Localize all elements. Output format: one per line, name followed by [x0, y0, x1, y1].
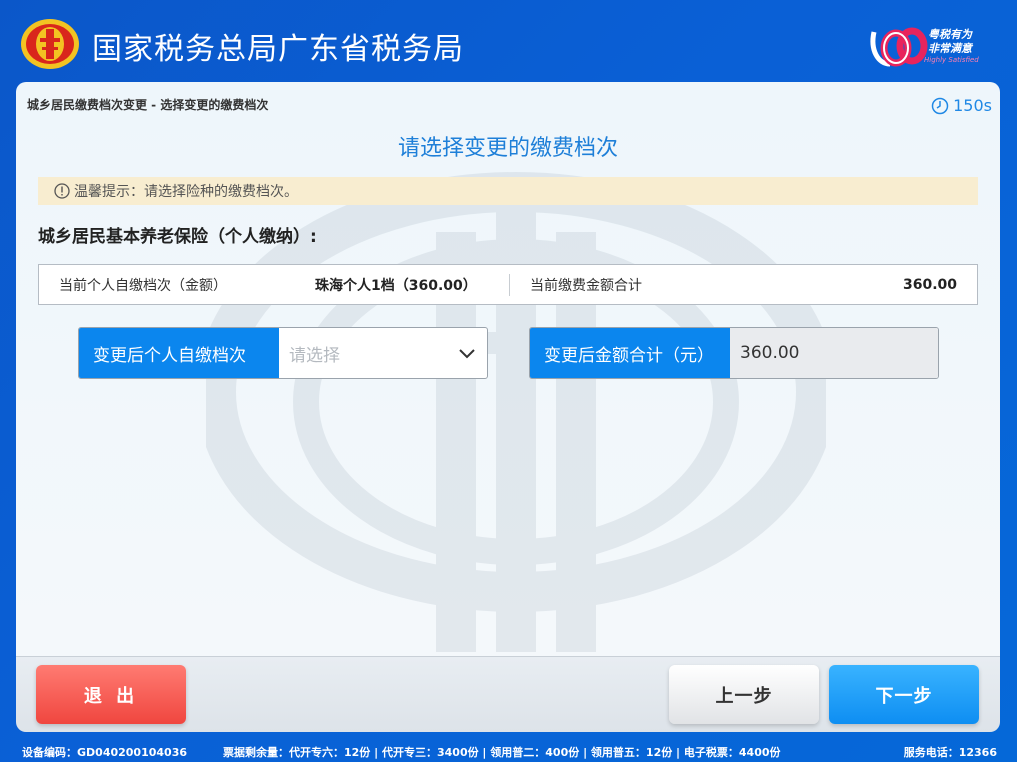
new-total-label: 变更后金额合计（元）: [530, 328, 730, 378]
page-title: 请选择变更的缴费档次: [397, 136, 618, 161]
current-total-label: 当前缴费金额合计: [530, 277, 642, 294]
new-level-field: 变更后个人自缴档次 请选择: [78, 327, 488, 379]
brand-slogan-en: Highly Satisfied: [924, 56, 979, 64]
new-level-label: 变更后个人自缴档次: [79, 328, 279, 378]
previous-step-button[interactable]: 上一步: [669, 665, 819, 724]
current-level-label: 当前个人自缴档次（金额）: [59, 277, 227, 294]
exit-button[interactable]: 退 出: [36, 665, 186, 724]
clock-icon: [931, 97, 949, 114]
device-code: 设备编码：GD040200104036: [22, 746, 188, 759]
timer-value: 150s: [953, 96, 992, 115]
breadcrumb: 城乡居民缴费档次变更 - 选择变更的缴费档次: [27, 98, 269, 112]
brand-slogan-2: 非常满意: [928, 42, 972, 55]
footer-bar: 退 出 上一步 下一步: [16, 656, 1000, 732]
main-panel: 城乡居民缴费档次变更 - 选择变更的缴费档次 150s 请选择变更的缴费档次 温…: [16, 82, 1000, 656]
notice-text: 温馨提示：请选择险种的缴费档次。: [74, 184, 298, 200]
countdown-timer: 150s: [931, 96, 992, 115]
header: 国家税务总局广东省税务局 粤税有为 非常满意 Highly Satisfied: [0, 0, 1017, 82]
current-total-value: 360.00: [902, 276, 957, 293]
new-level-select[interactable]: 请选择: [279, 328, 487, 378]
status-bar: 设备编码：GD040200104036 票据剩余量：代开专六：12份 | 代开专…: [0, 740, 1017, 762]
service-phone: 服务电话：12366: [903, 746, 997, 759]
current-level-value: 珠海个人1档（360.00）: [315, 277, 477, 294]
next-step-button[interactable]: 下一步: [829, 665, 979, 724]
chevron-down-icon[interactable]: [457, 343, 477, 363]
brand-logo: 粤税有为 非常满意 Highly Satisfied: [868, 20, 986, 70]
new-total-field: 变更后金额合计（元） 360.00: [529, 327, 939, 379]
ticket-stock: 票据剩余量：代开专六：12份 | 代开专三：3400份 | 领用普二：400份 …: [223, 746, 781, 759]
current-level-cell: 当前个人自缴档次（金额） 珠海个人1档（360.00）: [39, 265, 509, 304]
current-level-row: 当前个人自缴档次（金额） 珠海个人1档（360.00） 当前缴费金额合计 360…: [38, 264, 978, 305]
new-level-placeholder: 请选择: [289, 345, 340, 366]
tax-emblem-icon: [21, 19, 79, 69]
current-total-cell: 当前缴费金额合计 360.00: [510, 265, 977, 304]
bureau-title: 国家税务总局广东省税务局: [92, 32, 464, 67]
info-icon: [54, 183, 70, 199]
new-total-value: 360.00: [730, 328, 938, 378]
brand-logo-icon: [870, 27, 928, 67]
notice-banner: 温馨提示：请选择险种的缴费档次。: [38, 177, 978, 205]
insurance-section-title: 城乡居民基本养老保险（个人缴纳）:: [38, 227, 317, 247]
